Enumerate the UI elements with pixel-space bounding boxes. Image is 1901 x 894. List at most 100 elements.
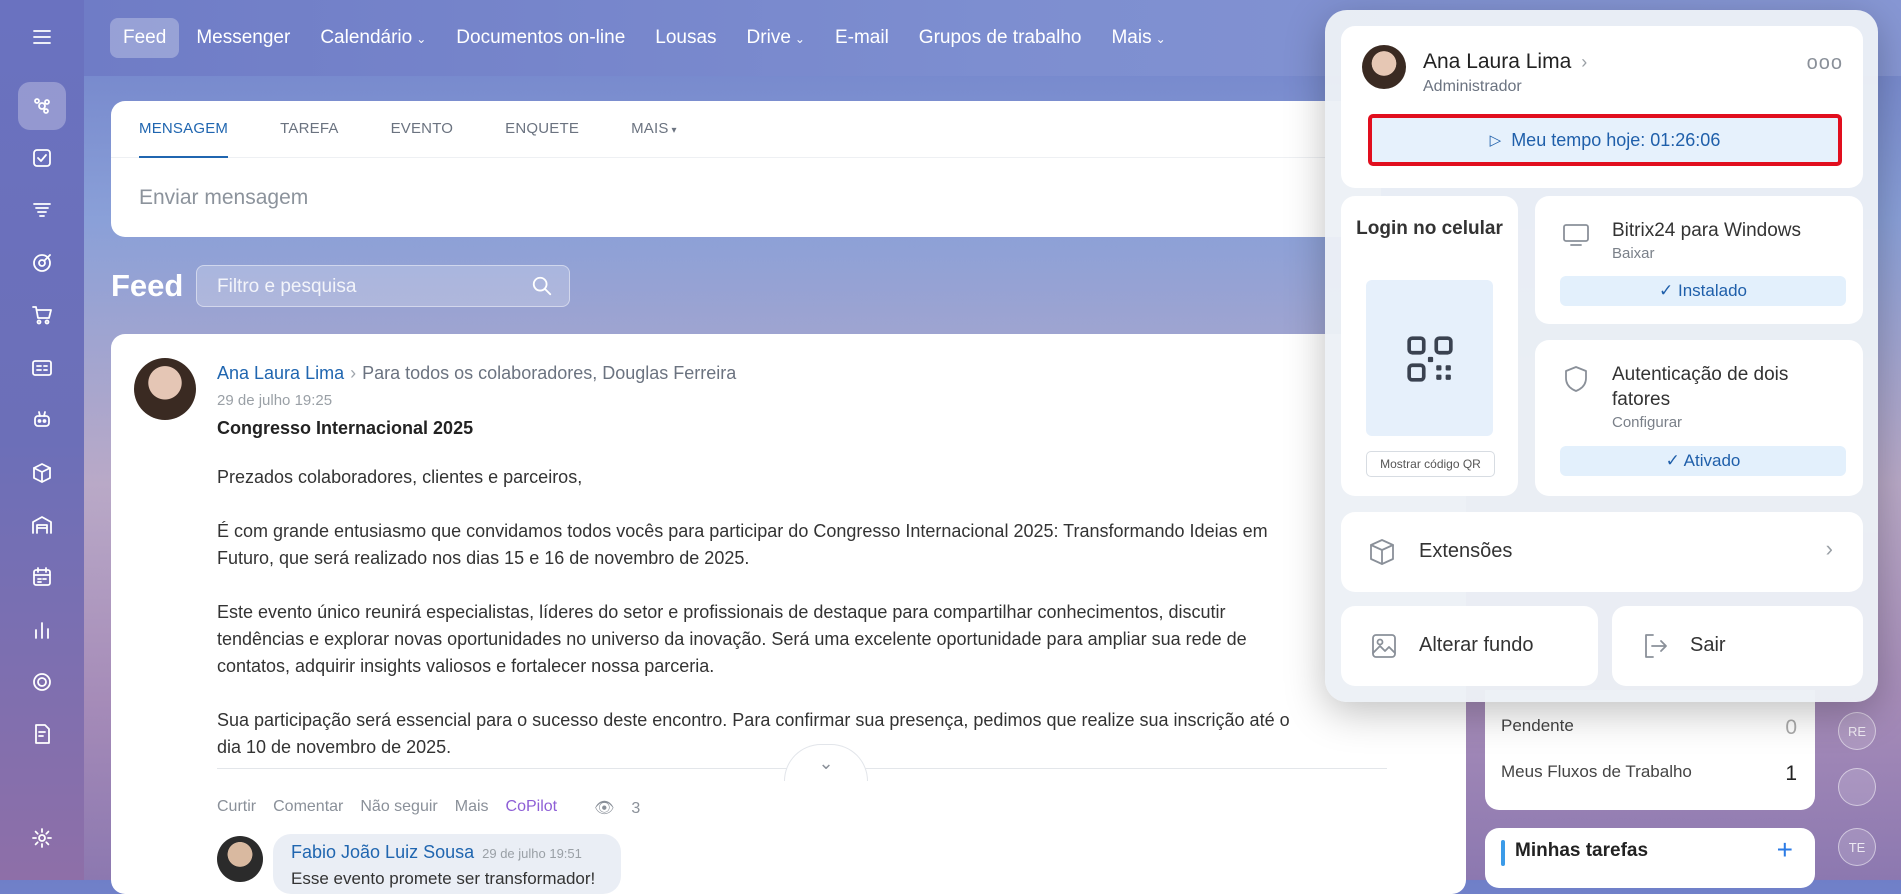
two-factor-status-label: Ativado xyxy=(1683,451,1741,470)
cart-icon[interactable] xyxy=(22,295,62,335)
user-card: Ana Laura Lima › Administrador ooo ▷ Meu … xyxy=(1341,26,1863,188)
nav-item-lousas[interactable]: Lousas xyxy=(642,18,729,58)
post-paragraph: Prezados colaboradores, clientes e parce… xyxy=(217,467,583,487)
post-recipients[interactable]: Para todos os colaboradores, Douglas Fer… xyxy=(362,363,736,383)
more-options-icon[interactable]: ooo xyxy=(1807,52,1843,75)
nav-item-label: Messenger xyxy=(196,27,291,48)
my-tasks-title[interactable]: Minhas tarefas xyxy=(1515,840,1648,862)
qr-code-area[interactable] xyxy=(1366,280,1493,436)
two-factor-status: ✓ Ativado xyxy=(1560,446,1846,476)
tab-mais[interactable]: MAIS ▾ xyxy=(631,101,677,157)
menu-icon[interactable] xyxy=(22,17,62,57)
nav-item-messenger[interactable]: Messenger xyxy=(183,18,303,58)
post-paragraph: É com grande entusiasmo que convidamos t… xyxy=(217,521,1268,568)
calendar-icon[interactable] xyxy=(22,557,62,597)
change-background-button[interactable]: Alterar fundo xyxy=(1341,606,1598,686)
post-actions: Curtir Comentar Não seguir Mais CoPilot … xyxy=(217,798,674,818)
comment-author-line: Fabio João Luiz Sousa 29 de julho 19:51 xyxy=(291,842,582,863)
my-workflows-row[interactable]: Meus Fluxos de Trabalho 1 xyxy=(1501,762,1797,786)
page-title: Feed xyxy=(111,268,184,303)
unfollow-button[interactable]: Não seguir xyxy=(360,798,437,818)
extensions-item[interactable]: Extensões › xyxy=(1341,512,1863,592)
tasks-nav-icon[interactable] xyxy=(22,138,62,178)
sites-icon[interactable] xyxy=(22,662,62,702)
pending-row[interactable]: Pendente 0 xyxy=(1501,716,1797,740)
chevron-right-icon: › xyxy=(1581,52,1588,72)
user-name-link[interactable]: Ana Laura Lima › xyxy=(1423,50,1587,74)
nav-item-label: Grupos de trabalho xyxy=(918,27,1082,48)
send-message-input[interactable]: Enviar mensagem xyxy=(111,158,1381,238)
documents-sign-icon[interactable] xyxy=(22,714,62,754)
box-icon[interactable] xyxy=(22,453,62,493)
chevron-right-icon: › xyxy=(350,363,357,383)
nav-item-documentos-on-line[interactable]: Documentos on-line xyxy=(443,18,638,58)
like-button[interactable]: Curtir xyxy=(217,798,256,818)
post-body: Prezados colaboradores, clientes e parce… xyxy=(217,464,1317,788)
two-factor-configure[interactable]: Configurar xyxy=(1612,414,1682,431)
comment-author[interactable]: Fabio João Luiz Sousa xyxy=(291,842,474,862)
comment-date[interactable]: 29 de julho 19:51 xyxy=(482,846,582,861)
chevron-down-icon: ⌄ xyxy=(818,753,834,773)
pending-label: Pendente xyxy=(1501,716,1574,735)
tab-label: EVENTO xyxy=(390,120,454,137)
logout-button[interactable]: Sair xyxy=(1612,606,1863,686)
tab-evento[interactable]: EVENTO xyxy=(391,101,454,157)
nav-item-calendário[interactable]: Calendário ⌄ xyxy=(307,18,439,58)
nav-item-grupos-de-trabalho[interactable]: Grupos de trabalho xyxy=(906,18,1095,58)
copilot-button[interactable]: CoPilot xyxy=(506,798,558,818)
author-avatar[interactable] xyxy=(134,358,196,420)
nav-item-drive[interactable]: Drive ⌄ xyxy=(734,18,818,58)
commenter-avatar[interactable] xyxy=(217,836,263,882)
nav-item-label: Mais xyxy=(1111,27,1152,48)
chevron-right-icon: › xyxy=(1825,536,1833,561)
contacts-card-icon[interactable] xyxy=(22,348,62,388)
image-icon xyxy=(1372,634,1396,658)
settings-gear-icon[interactable] xyxy=(22,818,62,858)
show-qr-button[interactable]: Mostrar código QR xyxy=(1366,451,1495,477)
desktop-app-card[interactable]: Bitrix24 para Windows Baixar ✓ Instalado xyxy=(1535,196,1863,324)
user-avatar[interactable] xyxy=(1362,45,1406,89)
cat-avatar[interactable] xyxy=(1838,768,1876,806)
search-icon[interactable] xyxy=(531,275,553,297)
mini-avatar[interactable]: RE xyxy=(1838,712,1876,750)
my-time-today-button[interactable]: ▷ Meu tempo hoje: 01:26:06 xyxy=(1368,114,1842,166)
post-date[interactable]: 29 de julho 19:25 xyxy=(217,392,332,409)
accent-bar xyxy=(1501,840,1505,866)
mini-avatar[interactable]: TE xyxy=(1838,828,1876,866)
logout-label: Sair xyxy=(1690,634,1726,656)
analytics-icon[interactable] xyxy=(22,610,62,650)
tab-tarefa[interactable]: TAREFA xyxy=(280,101,338,157)
post-paragraph: Este evento único reunirá especialistas,… xyxy=(217,602,1247,676)
mobile-login-title: Login no celular xyxy=(1356,218,1503,239)
nav-item-mais[interactable]: Mais ⌄ xyxy=(1098,18,1178,58)
tab-label: ENQUETE xyxy=(505,120,580,137)
desktop-app-status-label: Instalado xyxy=(1677,281,1747,300)
post-composer: MENSAGEM TAREFA EVENTO ENQUETE MAIS ▾ Enviar… xyxy=(111,101,1381,237)
nav-item-feed[interactable]: Feed xyxy=(110,18,180,58)
crm-funnel-icon[interactable] xyxy=(22,190,62,230)
target-icon[interactable] xyxy=(22,243,62,283)
post-author-link[interactable]: Ana Laura Lima xyxy=(217,363,344,383)
add-task-button[interactable]: + xyxy=(1777,834,1793,866)
comment-button[interactable]: Comentar xyxy=(273,798,343,818)
views-counter[interactable]: 👁 3 xyxy=(594,798,657,818)
left-sidebar xyxy=(0,0,84,880)
nav-item-e-mail[interactable]: E-mail xyxy=(822,18,902,58)
post-paragraph: Sua participação será essencial para o s… xyxy=(217,710,1290,757)
more-button[interactable]: Mais xyxy=(455,798,489,818)
user-name: Ana Laura Lima xyxy=(1423,50,1572,73)
tab-enquete[interactable]: ENQUETE xyxy=(505,101,579,157)
tab-label: MENSAGEM xyxy=(139,120,229,137)
warehouse-icon[interactable] xyxy=(22,505,62,545)
robot-icon[interactable] xyxy=(22,400,62,440)
feed-nav-icon[interactable] xyxy=(18,82,66,130)
nav-item-label: Lousas xyxy=(655,27,717,48)
two-factor-card[interactable]: Autenticação de dois fatores Configurar … xyxy=(1535,340,1863,496)
feed-search-input[interactable] xyxy=(197,266,519,308)
mobile-login-card: Login no celular Mostrar código QR xyxy=(1341,196,1518,496)
check-icon: ✓ xyxy=(1665,451,1684,470)
tab-mensagem[interactable]: MENSAGEM xyxy=(139,101,229,158)
comment-text: Esse evento promete ser transformador! xyxy=(291,869,596,888)
feed-search[interactable] xyxy=(196,265,570,308)
desktop-app-download[interactable]: Baixar xyxy=(1612,245,1655,262)
